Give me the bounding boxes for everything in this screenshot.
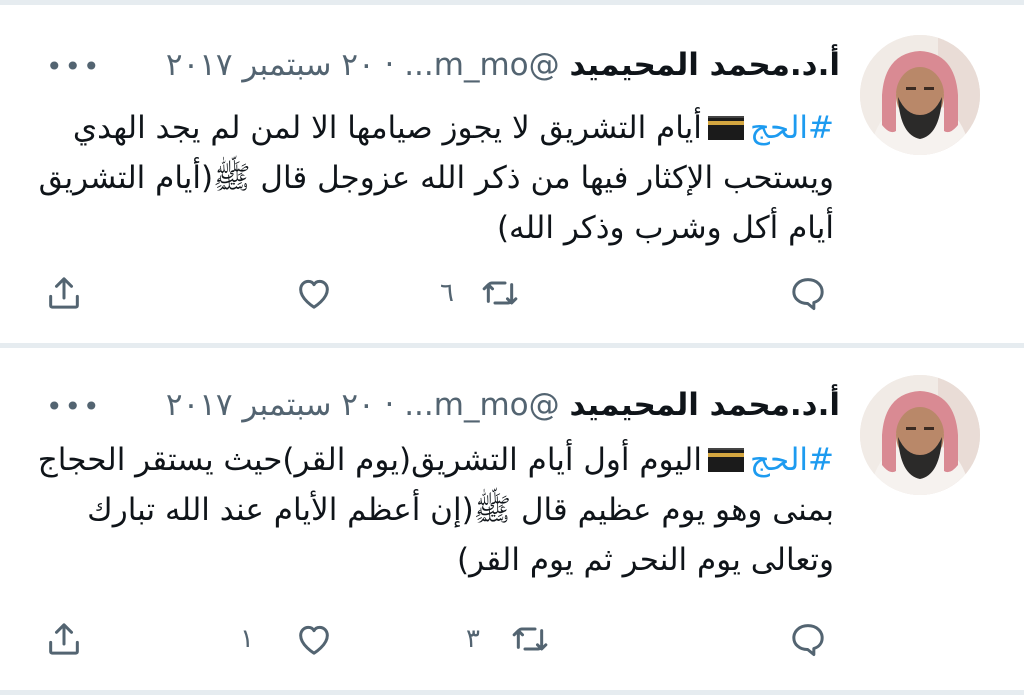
tweet-header: أ.د.محمد المحيميد @m_mo... · ٢٠ سبتمبر ٢… [166, 387, 840, 427]
share-icon [49, 623, 79, 655]
like-button[interactable]: ١ [240, 619, 334, 659]
hashtag-link[interactable]: #الحج [750, 442, 834, 478]
separator-dot: · [384, 47, 395, 83]
kaaba-emoji-icon [706, 439, 746, 472]
like-button[interactable] [294, 273, 334, 313]
author-name[interactable]: أ.د.محمد المحيميد [570, 47, 841, 83]
tweet-date[interactable]: ٢٠ سبتمبر ٢٠١٧ [166, 387, 375, 423]
share-button[interactable] [44, 273, 84, 313]
avatar[interactable] [860, 375, 980, 495]
share-icon [49, 277, 79, 309]
retweet-count: ٦ [440, 278, 454, 308]
reply-icon [792, 624, 824, 656]
author-handle[interactable]: @m_mo... [404, 47, 559, 83]
retweet-icon [482, 281, 518, 305]
heart-icon [299, 279, 329, 309]
retweet-icon [512, 627, 548, 651]
reply-button[interactable] [788, 273, 828, 313]
tweet[interactable]: أ.د.محمد المحيميد @m_mo... · ٢٠ سبتمبر ٢… [0, 347, 1024, 693]
tweet-actions: ٦ [0, 273, 1024, 323]
separator-dot: · [384, 387, 395, 423]
tweet-text: #الحجأيام التشريق لا يجوز صيامها الا لمن… [34, 103, 834, 253]
retweet-count: ٣ [466, 624, 480, 654]
heart-icon [299, 625, 329, 655]
tweet[interactable]: أ.د.محمد المحيميد @m_mo... · ٢٠ سبتمبر ٢… [0, 5, 1024, 345]
more-icon[interactable]: ••• [46, 390, 102, 423]
more-icon[interactable]: ••• [46, 50, 102, 83]
reply-icon [792, 278, 824, 310]
share-button[interactable] [44, 619, 84, 659]
retweet-button[interactable]: ٦ [440, 273, 520, 313]
tweet-separator [0, 690, 1024, 695]
tweet-header: أ.د.محمد المحيميد @m_mo... · ٢٠ سبتمبر ٢… [166, 47, 840, 87]
like-count: ١ [240, 624, 254, 654]
tweet-actions: ٣ ١ [0, 619, 1024, 669]
avatar[interactable] [860, 35, 980, 155]
author-handle[interactable]: @m_mo... [404, 387, 559, 423]
hashtag-link[interactable]: #الحج [750, 110, 834, 146]
kaaba-emoji-icon [706, 107, 746, 140]
reply-button[interactable] [788, 619, 828, 659]
retweet-button[interactable]: ٣ [466, 619, 550, 659]
tweet-date[interactable]: ٢٠ سبتمبر ٢٠١٧ [166, 47, 375, 83]
author-name[interactable]: أ.د.محمد المحيميد [570, 387, 841, 423]
tweet-text: #الحجاليوم أول أيام التشريق(يوم القر)حيث… [34, 435, 834, 585]
